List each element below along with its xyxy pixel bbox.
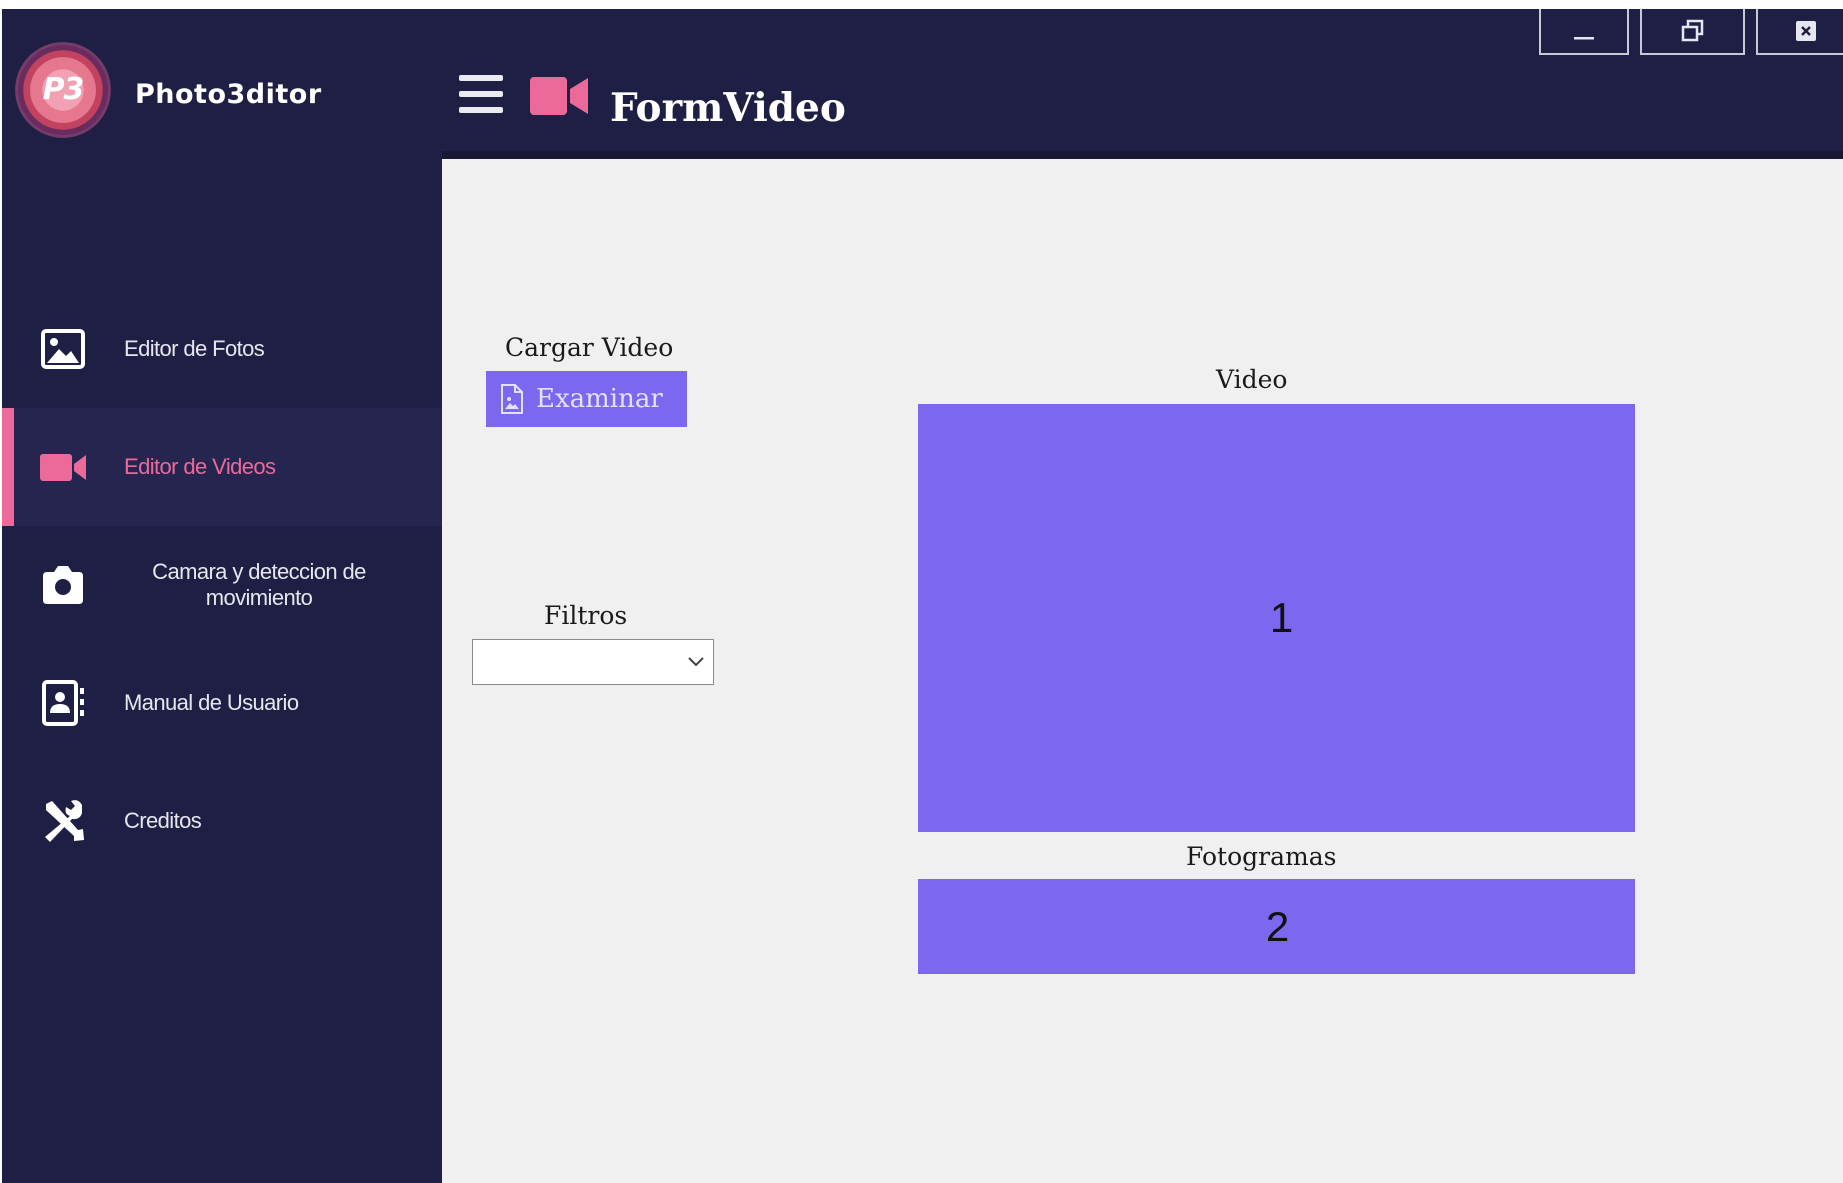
frames-label: Fotogramas (1186, 842, 1337, 871)
minimize-button[interactable] (1539, 9, 1629, 55)
sidebar-item-label: Manual de Usuario (124, 690, 299, 715)
video-camera-icon (530, 77, 588, 115)
app-window: P3 Photo3ditor Editor de Fotos Editor de… (2, 9, 1843, 1183)
restore-icon (1681, 19, 1703, 42)
camera-icon (43, 566, 83, 604)
user-manual-icon (42, 680, 84, 726)
chevron-down-icon (688, 657, 704, 667)
filters-label: Filtros (544, 601, 628, 630)
hamburger-icon[interactable] (459, 75, 503, 115)
sidebar-item-editor-videos[interactable]: Editor de Videos (2, 408, 442, 526)
video-label: Video (1216, 365, 1288, 394)
sidebar-item-editor-fotos[interactable]: Editor de Fotos (2, 290, 442, 408)
frames-panel[interactable]: 2 (918, 879, 1635, 974)
video-panel-marker: 1 (1269, 594, 1294, 641)
sidebar-item-label: Camara y deteccion de movimiento (152, 559, 366, 610)
video-panel[interactable]: 1 (918, 404, 1635, 832)
tools-icon (45, 800, 84, 842)
file-image-icon (501, 384, 523, 414)
sidebar: P3 Photo3ditor Editor de Fotos Editor de… (2, 9, 442, 1183)
active-indicator (2, 408, 14, 526)
sidebar-item-label: Creditos (124, 808, 202, 833)
load-video-label: Cargar Video (505, 333, 674, 362)
p3-logo-icon: P3 (15, 42, 111, 138)
video-camera-icon (40, 454, 86, 481)
close-button[interactable] (1756, 9, 1843, 55)
browse-button[interactable]: Examinar (486, 371, 687, 427)
sidebar-item-manual[interactable]: Manual de Usuario (2, 644, 442, 762)
frames-panel-marker: 2 (1265, 902, 1290, 950)
sidebar-item-creditos[interactable]: Creditos (2, 762, 442, 880)
close-icon (1796, 21, 1816, 41)
restore-button[interactable] (1640, 9, 1745, 55)
page-title: FormVideo (610, 85, 846, 131)
header-shadow (442, 151, 1843, 159)
filters-dropdown[interactable] (472, 639, 714, 685)
sidebar-item-label: Editor de Videos (124, 454, 276, 479)
minimize-icon (1574, 37, 1594, 40)
logo-text: P3 (42, 72, 85, 107)
sidebar-item-label: Editor de Fotos (124, 336, 265, 361)
app-name: Photo3ditor (135, 79, 322, 110)
image-icon (41, 329, 85, 369)
browse-button-label: Examinar (536, 384, 663, 414)
sidebar-item-camara[interactable]: Camara y deteccion de movimiento (2, 526, 442, 644)
